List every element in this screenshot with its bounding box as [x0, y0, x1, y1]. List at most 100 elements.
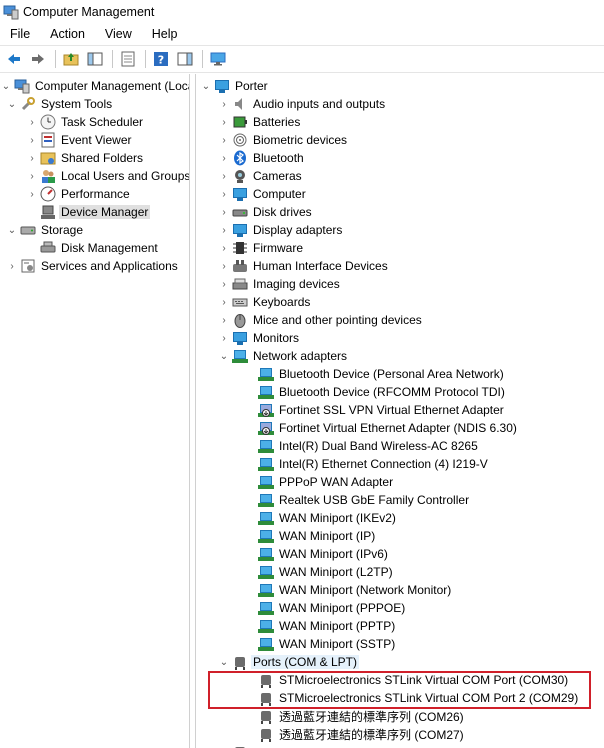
- chevron-right-icon[interactable]: ›: [218, 743, 230, 748]
- category-bluetooth[interactable]: › Bluetooth: [218, 149, 306, 167]
- camera-icon: [232, 168, 248, 184]
- device-item[interactable]: Realtek USB GbE Family Controller: [256, 491, 471, 509]
- tree-item-label: Task Scheduler: [61, 115, 144, 129]
- device-item[interactable]: Intel(R) Dual Band Wireless-AC 8265: [256, 437, 480, 455]
- tree-item-system-tools[interactable]: ⌄ System Tools: [6, 95, 114, 113]
- device-item[interactable]: WAN Miniport (SSTP): [256, 635, 397, 653]
- chevron-right-icon[interactable]: ›: [26, 113, 38, 131]
- category-imaging[interactable]: › Imaging devices: [218, 275, 342, 293]
- menu-file[interactable]: File: [0, 27, 40, 41]
- chevron-right-icon[interactable]: ›: [218, 221, 230, 239]
- tree-item-shared-folders[interactable]: › Shared Folders: [26, 149, 145, 167]
- chevron-down-icon[interactable]: ⌄: [6, 95, 18, 113]
- category-disk-drives[interactable]: › Disk drives: [218, 203, 314, 221]
- category-keyboards[interactable]: › Keyboards: [218, 293, 312, 311]
- chevron-right-icon[interactable]: ›: [26, 167, 38, 185]
- tree-item-disk-management[interactable]: Disk Management: [26, 239, 160, 257]
- device-item[interactable]: WAN Miniport (Network Monitor): [256, 581, 453, 599]
- menu-help[interactable]: Help: [142, 27, 188, 41]
- category-label: Bluetooth: [253, 151, 304, 165]
- chevron-right-icon[interactable]: ›: [218, 113, 230, 131]
- category-display-adapters[interactable]: › Display adapters: [218, 221, 344, 239]
- chevron-right-icon[interactable]: ›: [218, 293, 230, 311]
- category-monitors[interactable]: › Monitors: [218, 329, 301, 347]
- category-hid[interactable]: › Human Interface Devices: [218, 257, 390, 275]
- chevron-right-icon[interactable]: ›: [218, 149, 230, 167]
- device-label: WAN Miniport (SSTP): [279, 637, 396, 651]
- show-hide-tree-icon[interactable]: [84, 48, 106, 70]
- port-icon: [258, 708, 274, 724]
- category-next-partial[interactable]: ›: [218, 743, 251, 748]
- chevron-right-icon[interactable]: ›: [26, 185, 38, 203]
- category-biometric[interactable]: › Biometric devices: [218, 131, 349, 149]
- window-title: Computer Management: [23, 5, 155, 19]
- action-pane-icon[interactable]: [174, 48, 196, 70]
- category-audio[interactable]: › Audio inputs and outputs: [218, 95, 387, 113]
- device-item[interactable]: PPPoP WAN Adapter: [256, 473, 395, 491]
- chevron-right-icon[interactable]: ›: [218, 257, 230, 275]
- device-item[interactable]: WAN Miniport (PPPOE): [256, 599, 407, 617]
- device-item[interactable]: Fortinet Virtual Ethernet Adapter (NDIS …: [256, 419, 519, 437]
- chevron-down-icon[interactable]: ⌄: [0, 77, 12, 95]
- tree-item-task-scheduler[interactable]: › Task Scheduler: [26, 113, 145, 131]
- category-ports[interactable]: ⌄ Ports (COM & LPT): [218, 653, 360, 671]
- computer-monitor-icon[interactable]: [207, 48, 229, 70]
- tree-item-device-manager[interactable]: Device Manager: [26, 203, 151, 221]
- device-root-porter[interactable]: ⌄ Porter: [200, 77, 270, 95]
- tree-item-label: Computer Management (Local: [35, 79, 190, 93]
- fingerprint-icon: [232, 132, 248, 148]
- device-item[interactable]: 透過藍牙連結的標準序列 (COM27): [256, 725, 466, 743]
- console-tree-pane[interactable]: ⌄ Computer Management (Local ⌄ System To…: [0, 74, 190, 748]
- menu-view[interactable]: View: [95, 27, 142, 41]
- tree-item-computer-management[interactable]: ⌄ Computer Management (Local: [0, 77, 190, 95]
- toolbar: ?: [0, 45, 604, 73]
- back-icon[interactable]: [3, 48, 25, 70]
- menu-action[interactable]: Action: [40, 27, 95, 41]
- device-item[interactable]: Intel(R) Ethernet Connection (4) I219-V: [256, 455, 490, 473]
- device-item[interactable]: Bluetooth Device (RFCOMM Protocol TDI): [256, 383, 507, 401]
- device-label: WAN Miniport (IP): [279, 529, 376, 543]
- device-item[interactable]: WAN Miniport (IP): [256, 527, 377, 545]
- device-item[interactable]: WAN Miniport (IKEv2): [256, 509, 398, 527]
- device-item[interactable]: WAN Miniport (PPTP): [256, 617, 397, 635]
- chevron-right-icon[interactable]: ›: [218, 329, 230, 347]
- category-batteries[interactable]: › Batteries: [218, 113, 302, 131]
- category-mice[interactable]: › Mice and other pointing devices: [218, 311, 424, 329]
- tree-item-event-viewer[interactable]: › Event Viewer: [26, 131, 133, 149]
- device-item[interactable]: WAN Miniport (IPv6): [256, 545, 390, 563]
- chevron-right-icon[interactable]: ›: [6, 257, 18, 275]
- device-tree-pane[interactable]: ⌄ Porter › Audio inputs and outputs › Ba…: [195, 74, 604, 748]
- chevron-right-icon[interactable]: ›: [218, 185, 230, 203]
- chevron-right-icon[interactable]: ›: [218, 167, 230, 185]
- device-item[interactable]: 透過藍牙連結的標準序列 (COM26): [256, 707, 466, 725]
- tree-item-services-and-applications[interactable]: › Services and Applications: [6, 257, 180, 275]
- category-network-adapters[interactable]: ⌄ Network adapters: [218, 347, 349, 365]
- device-item[interactable]: Bluetooth Device (Personal Area Network): [256, 365, 506, 383]
- chevron-down-icon[interactable]: ⌄: [218, 653, 230, 671]
- chevron-right-icon[interactable]: ›: [218, 131, 230, 149]
- category-label: Mice and other pointing devices: [253, 313, 422, 327]
- chevron-right-icon[interactable]: ›: [218, 95, 230, 113]
- chevron-right-icon[interactable]: ›: [218, 203, 230, 221]
- category-cameras[interactable]: › Cameras: [218, 167, 304, 185]
- chevron-right-icon[interactable]: ›: [218, 239, 230, 257]
- help-icon[interactable]: ?: [150, 48, 172, 70]
- tree-item-performance[interactable]: › Performance: [26, 185, 132, 203]
- chevron-down-icon[interactable]: ⌄: [200, 77, 212, 95]
- category-firmware[interactable]: › Firmware: [218, 239, 305, 257]
- forward-icon[interactable]: [27, 48, 49, 70]
- properties-icon[interactable]: [117, 48, 139, 70]
- chevron-down-icon[interactable]: ⌄: [6, 221, 18, 239]
- tree-item-storage[interactable]: ⌄ Storage: [6, 221, 85, 239]
- category-label: Biometric devices: [253, 133, 348, 147]
- up-folder-icon[interactable]: [60, 48, 82, 70]
- category-computer[interactable]: › Computer: [218, 185, 308, 203]
- chevron-right-icon[interactable]: ›: [26, 131, 38, 149]
- chevron-right-icon[interactable]: ›: [26, 149, 38, 167]
- tree-item-local-users-and-groups[interactable]: › Local Users and Groups: [26, 167, 189, 185]
- chevron-right-icon[interactable]: ›: [218, 275, 230, 293]
- chevron-right-icon[interactable]: ›: [218, 311, 230, 329]
- device-item[interactable]: WAN Miniport (L2TP): [256, 563, 395, 581]
- device-item[interactable]: Fortinet SSL VPN Virtual Ethernet Adapte…: [256, 401, 506, 419]
- chevron-down-icon[interactable]: ⌄: [218, 347, 230, 365]
